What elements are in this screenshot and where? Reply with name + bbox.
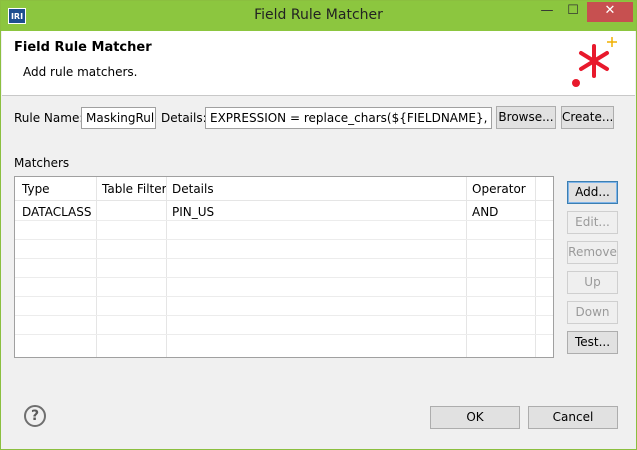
maximize-icon[interactable]: ☐	[561, 2, 585, 22]
details-field[interactable]: EXPRESSION = replace_chars(${FIELDNAME},…	[205, 107, 492, 129]
header-subtitle: Add rule matchers.	[23, 65, 138, 79]
minimize-icon[interactable]: —	[535, 2, 559, 22]
column-divider	[535, 177, 536, 357]
matchers-table[interactable]: Type Table Filter Details Operator DATAC…	[14, 176, 554, 358]
row-divider	[15, 334, 553, 335]
cell-type: DATACLASS	[22, 205, 92, 219]
edit-button[interactable]: Edit...	[567, 211, 618, 234]
column-header-type[interactable]: Type	[22, 182, 50, 196]
close-icon[interactable]: ✕	[587, 2, 633, 22]
create-button[interactable]: Create...	[561, 106, 614, 129]
row-divider	[15, 296, 553, 297]
brand-logo-icon	[572, 37, 617, 87]
add-button[interactable]: Add...	[567, 181, 618, 204]
down-button[interactable]: Down	[567, 301, 618, 324]
column-header-operator[interactable]: Operator	[472, 182, 526, 196]
rule-name-label: Rule Name:	[14, 111, 84, 125]
cancel-button[interactable]: Cancel	[528, 406, 618, 429]
rule-name-field[interactable]: MaskingRule	[81, 107, 156, 129]
test-button[interactable]: Test...	[567, 331, 618, 354]
row-divider	[15, 277, 553, 278]
title-bar[interactable]: IRI Field Rule Matcher — ☐ ✕	[1, 1, 636, 31]
dialog-header: Field Rule Matcher Add rule matchers.	[2, 31, 635, 96]
matchers-label: Matchers	[14, 156, 70, 170]
row-divider	[15, 220, 553, 221]
column-divider	[96, 177, 97, 357]
dialog-window: IRI Field Rule Matcher — ☐ ✕ Field Rule …	[0, 0, 637, 450]
remove-button[interactable]: Remove	[567, 241, 618, 264]
cell-operator: AND	[472, 205, 499, 219]
details-label: Details:	[161, 111, 207, 125]
column-header-table-filter[interactable]: Table Filter	[102, 182, 167, 196]
ok-button[interactable]: OK	[430, 406, 520, 429]
row-divider	[15, 258, 553, 259]
column-divider	[466, 177, 467, 357]
row-divider	[15, 239, 553, 240]
column-divider	[166, 177, 167, 357]
header-title: Field Rule Matcher	[14, 40, 152, 55]
help-icon[interactable]: ?	[24, 405, 46, 427]
row-divider	[15, 315, 553, 316]
up-button[interactable]: Up	[567, 271, 618, 294]
browse-button[interactable]: Browse...	[496, 106, 556, 129]
column-header-details[interactable]: Details	[172, 182, 214, 196]
cell-details: PIN_US	[172, 205, 215, 219]
